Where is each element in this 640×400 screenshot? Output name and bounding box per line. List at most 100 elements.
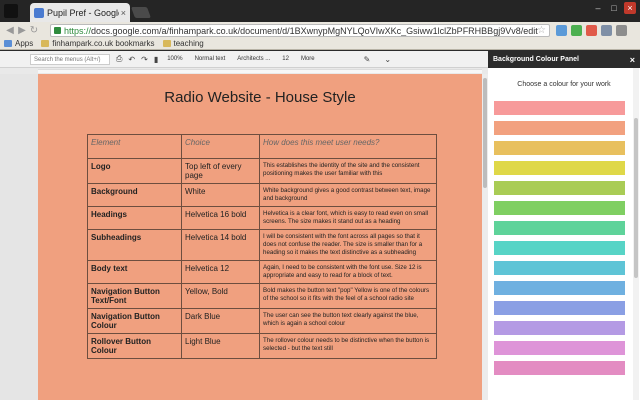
font-size-select[interactable]: 12 [279, 56, 292, 62]
tab-strip: Pupil Pref - Google D × – □ × [0, 0, 640, 22]
colour-swatch[interactable] [494, 121, 625, 135]
docs-toolbar: Search the menus (Alt+/) ⎙ ↶ ↷ ▮ 100% No… [0, 51, 488, 68]
panel-header: Background Colour Panel × [488, 51, 640, 68]
extension-icon[interactable] [601, 25, 612, 36]
bookmark-label: teaching [173, 39, 204, 48]
maximize-icon[interactable]: □ [608, 2, 620, 14]
drive-icon[interactable] [571, 25, 582, 36]
panel-close-icon[interactable]: × [630, 55, 635, 65]
address-bar[interactable]: https:// docs.google.com/a/finhampark.co… [50, 24, 550, 37]
new-tab-button[interactable] [130, 7, 152, 18]
cell-choice: White [181, 183, 260, 207]
header-reason: How does this meet user needs? [259, 134, 437, 159]
cell-reason: I will be consistent with the font acros… [259, 229, 437, 261]
document-canvas[interactable]: Radio Website - House Style Element Choi… [0, 74, 488, 400]
colour-swatch[interactable] [494, 341, 625, 355]
swatch-list [494, 101, 625, 381]
colour-swatch[interactable] [494, 141, 625, 155]
undo-icon[interactable]: ↶ [128, 55, 135, 64]
zoom-select[interactable]: 100% [164, 56, 185, 62]
colour-swatch[interactable] [494, 321, 625, 335]
docs-favicon-icon [34, 7, 44, 18]
minimize-icon[interactable]: – [592, 2, 604, 14]
extension-icons [556, 25, 627, 36]
colour-swatch[interactable] [494, 221, 625, 235]
extension-icon[interactable] [556, 25, 567, 36]
cell-choice: Helvetica 16 bold [181, 206, 260, 230]
cell-element: Subheadings [87, 229, 182, 261]
style-select[interactable]: Normal text [192, 56, 229, 62]
table-row: Rollover Button Colour Light Blue The roll… [87, 333, 437, 359]
reload-icon[interactable]: ↻ [28, 25, 40, 36]
back-icon[interactable]: ◀ [4, 25, 16, 36]
bookmark-folder[interactable]: teaching [162, 39, 204, 48]
panel-scrollbar[interactable] [633, 68, 639, 400]
cell-element: Logo [87, 158, 182, 184]
folder-icon [162, 40, 171, 47]
panel-subtitle: Choose a colour for your work [517, 81, 611, 88]
pen-icon[interactable]: ✎ [364, 55, 371, 64]
bookmark-apps[interactable]: Apps [4, 39, 33, 48]
table-header-row: Element Choice How does this meet user n… [87, 134, 437, 159]
cell-choice: Yellow, Bold [181, 283, 260, 309]
window-controls: – □ × [592, 2, 636, 14]
house-style-table: Element Choice How does this meet user n… [87, 134, 437, 359]
bookmark-label: finhampark.co.uk bookmarks [52, 39, 155, 48]
cell-reason: Bold makes the button text "pop" Yellow … [259, 283, 437, 309]
cell-choice: Dark Blue [181, 308, 260, 334]
cell-element: Rollover Button Colour [87, 333, 182, 359]
background-colour-panel: Background Colour Panel × Choose a colou… [488, 51, 640, 400]
cell-reason: The rollover colour needs to be distinct… [259, 333, 437, 359]
url-scheme: https:// [64, 25, 92, 36]
menu-icon[interactable] [616, 25, 627, 36]
header-element: Element [87, 134, 182, 159]
cell-reason: The user can see the button text clearly… [259, 308, 437, 334]
bookmark-label: Apps [15, 39, 34, 48]
window-close-icon[interactable]: × [624, 2, 636, 14]
cell-choice: Helvetica 14 bold [181, 229, 260, 261]
tab-title: Pupil Pref - Google D [47, 7, 119, 18]
table-row: Navigation Button Text/Font Yellow, Bold B… [87, 283, 437, 309]
bookmarks-bar: Apps finhampark.co.uk bookmarks teaching [0, 38, 640, 50]
scrollbar-thumb[interactable] [634, 118, 638, 278]
colour-swatch[interactable] [494, 201, 625, 215]
scrollbar-thumb[interactable] [483, 78, 487, 188]
collapse-icon[interactable]: ⌄ [384, 55, 391, 64]
colour-swatch[interactable] [494, 301, 625, 315]
document-title: Radio Website - House Style [164, 89, 356, 106]
font-select[interactable]: Architects ... [234, 56, 273, 62]
paint-format-icon[interactable]: ▮ [154, 55, 158, 64]
colour-swatch[interactable] [494, 161, 625, 175]
table-row: Logo Top left of every page This establish… [87, 158, 437, 184]
apps-icon [4, 40, 12, 47]
tab-close-icon[interactable]: × [121, 8, 126, 18]
lock-icon [54, 27, 61, 34]
tab-active[interactable]: Pupil Pref - Google D × [30, 3, 130, 22]
cell-reason: This establishes the identity of the sit… [259, 158, 437, 184]
forward-icon[interactable]: ▶ [16, 25, 28, 36]
panel-title: Background Colour Panel [493, 56, 579, 63]
table-row: Navigation Button Colour Dark Blue The use… [87, 308, 437, 334]
bookmark-star-icon[interactable]: ☆ [537, 25, 546, 36]
redo-icon[interactable]: ↷ [141, 55, 148, 64]
menu-search-input[interactable]: Search the menus (Alt+/) [30, 53, 110, 65]
table-row: Headings Helvetica 16 bold Helvetica is a … [87, 206, 437, 230]
colour-swatch[interactable] [494, 181, 625, 195]
cell-element: Headings [87, 206, 182, 230]
print-icon[interactable]: ⎙ [116, 54, 122, 64]
folder-icon [41, 40, 50, 47]
colour-swatch[interactable] [494, 281, 625, 295]
colour-swatch[interactable] [494, 261, 625, 275]
cell-element: Background [87, 183, 182, 207]
document-page[interactable]: Radio Website - House Style Element Choi… [38, 74, 482, 400]
colour-swatch[interactable] [494, 101, 625, 115]
browser-window: Pupil Pref - Google D × – □ × ◀ ▶ ↻ http… [0, 0, 640, 400]
colour-swatch[interactable] [494, 241, 625, 255]
cell-element: Navigation Button Text/Font [87, 283, 182, 309]
more-button[interactable]: More [298, 56, 318, 62]
browser-menu-icon[interactable] [4, 4, 18, 18]
cell-element: Navigation Button Colour [87, 308, 182, 334]
extension-icon[interactable] [586, 25, 597, 36]
colour-swatch[interactable] [494, 361, 625, 375]
bookmark-folder[interactable]: finhampark.co.uk bookmarks [41, 39, 155, 48]
